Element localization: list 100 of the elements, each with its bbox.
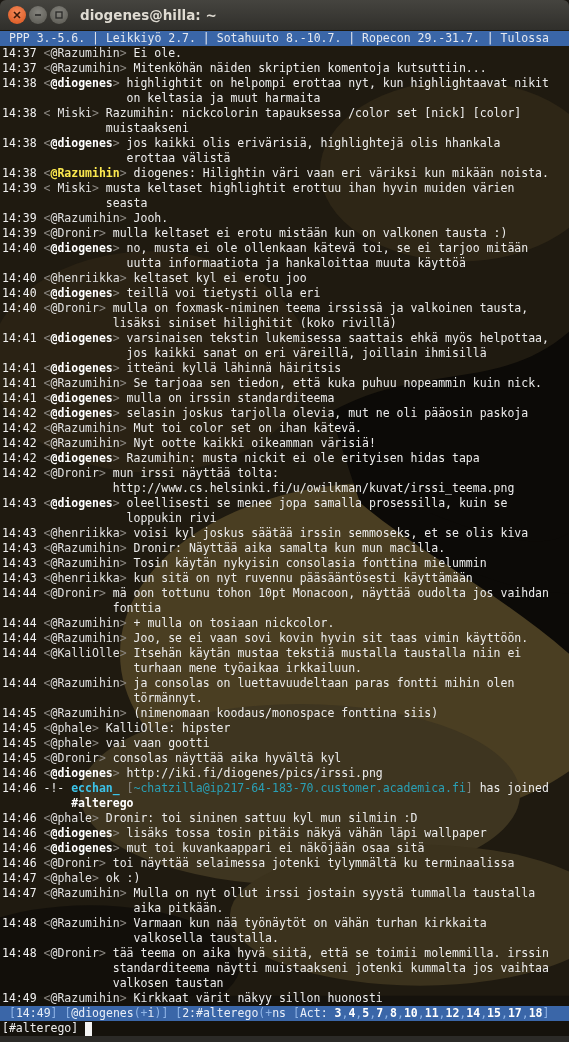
minimize-icon [34, 14, 42, 16]
nickname: @Dronir [50, 946, 99, 962]
nickname: @Razumihin [50, 376, 120, 391]
message-text: valkosen taustan [112, 976, 225, 991]
timestamp: 14:43 [2, 556, 37, 571]
nick-bracket: > [112, 841, 120, 856]
timestamp: 14:46 [2, 856, 37, 871]
activity-number: 15 [487, 1006, 501, 1021]
message-text: varsinaisen tekstin lukemisessa saattais ehkä myös helpottaa, [126, 331, 549, 346]
nick-bracket: < [43, 556, 51, 571]
nick-bracket: < [43, 991, 51, 1006]
nickname: @diogenes [50, 406, 113, 421]
message-text: jos kaikki sanat on eri väreillä, joillain ihmisillä [126, 346, 488, 361]
host-bracket: ] [465, 781, 473, 796]
nick-bracket: > [112, 826, 120, 841]
timestamp: 14:45 [2, 706, 37, 721]
nick-bracket: > [112, 406, 120, 421]
nickname: @Razumihin [50, 556, 120, 571]
message-text: (nimenomaan koodaus/monospace fonttina siis) [133, 706, 439, 721]
input-prompt: [#alterego] [2, 1021, 79, 1036]
nickname: @diogenes [50, 361, 113, 376]
status-text: @diogenes [71, 1006, 134, 1021]
nickname: @Dronir [50, 751, 99, 766]
timestamp: 14:38 [2, 166, 37, 181]
maximize-button[interactable] [50, 6, 68, 24]
nick-bracket: > [119, 271, 127, 286]
nick-bracket: < [43, 466, 51, 482]
event-text: has joined [479, 781, 549, 796]
status-punctuation: [ [9, 1006, 16, 1021]
nick-bracket: < [43, 721, 51, 736]
message-text: keltaset kyl ei erotu joo [133, 271, 307, 286]
nickname: @Razumihin [50, 436, 120, 451]
nick-bracket: > [119, 211, 127, 226]
activity-number: 18 [528, 1006, 543, 1021]
nick-bracket: < [43, 571, 51, 586]
minimize-button[interactable] [29, 6, 47, 24]
timestamp: 14:38 [2, 136, 37, 152]
message-text: valkosella taustalla. [133, 931, 280, 946]
message-text: http://iki.fi/diogenes/pics/irssi.png [126, 766, 383, 781]
nick-bracket: > [92, 181, 99, 197]
nickname: @diogenes [50, 496, 113, 512]
nick-bracket: < [43, 646, 51, 662]
nick-bracket: > [112, 496, 120, 512]
nickname: @diogenes [50, 286, 113, 301]
message-text: Mitenköhän näiden skriptien komentoja kutsuttiin... [133, 61, 487, 76]
timestamp: 14:47 [2, 871, 37, 886]
close-icon [13, 11, 21, 19]
activity-number: 8 [390, 1006, 397, 1021]
timestamp: 14:43 [2, 571, 37, 586]
event-marker: -!- [43, 781, 65, 797]
message-text: teillä voi tietysti olla eri [126, 286, 321, 301]
timestamp: 14:38 [2, 76, 37, 92]
nickname: @diogenes [50, 391, 113, 406]
nick-bracket: > [92, 871, 99, 886]
status-text: Act: [299, 1006, 329, 1021]
close-button[interactable] [8, 6, 26, 24]
nick-bracket: > [119, 916, 127, 932]
nick-bracket: > [119, 991, 127, 1006]
nickname: @Razumihin [50, 706, 120, 721]
nickname: Miski [56, 106, 92, 122]
nickname: @Razumihin [50, 676, 120, 692]
nick-bracket: < [43, 586, 51, 602]
activity-number: 5 [362, 1006, 370, 1021]
nickname: @Dronir [50, 226, 99, 241]
message-text: Se tarjoaa sen tiedon, että kuka puhuu nopeammin kuin nick. [133, 376, 543, 391]
message-text: mulla on irssin standarditeema [126, 391, 335, 406]
message-text: Joo, se ei vaan sovi kovin hyvin sit taas vimin käyttöön. [133, 631, 529, 646]
nick-bracket: < [43, 856, 51, 871]
hostmask: ~chatzilla@ip217-64-183-70.customer.academica.fi [133, 781, 466, 796]
status-punctuation: , [341, 1006, 349, 1021]
nick-bracket: > [119, 436, 127, 451]
message-text: Dronir: toi sininen sattuu kyl mun silmiin :D [105, 811, 418, 826]
nickname: @phale [50, 871, 92, 886]
message-text: loppukin rivi [126, 511, 218, 526]
host-bracket: [ [126, 781, 134, 796]
nick-bracket: < [43, 451, 51, 466]
status-punctuation: (+ [258, 1006, 273, 1021]
activity-number: 14 [466, 1006, 481, 1021]
status-punctuation: , [521, 1006, 529, 1021]
timestamp: 14:43 [2, 496, 37, 512]
window-title: diogenes@hilla: ~ [80, 7, 217, 23]
timestamp: 14:46 [2, 811, 37, 826]
timestamp: 14:46 [2, 841, 37, 856]
message-text: mun irssi näyttää tolta: [112, 466, 280, 481]
channel-topic: PPP 3.-5.6. | Leikkiyö 2.7. | Sotahuuto 8.-10.7. | Ropecon 29.-31.7. | Tulossa [0, 31, 569, 46]
message-text: mulla keltaset ei erotu mistään kun on valkonen tausta :) [112, 226, 508, 241]
nickname: @Dronir [50, 466, 99, 482]
nick-bracket: > [112, 241, 120, 257]
message-text: musta keltaset highlightit erottuu ihan hyvin muiden värien [105, 181, 515, 196]
nick-bracket: < [43, 421, 51, 436]
timestamp: 14:46 [2, 826, 37, 841]
nick-bracket: > [119, 676, 127, 692]
nick-bracket: < [43, 946, 51, 962]
nick-bracket: < [43, 916, 51, 932]
status-text: i [147, 1006, 155, 1021]
nick-bracket: > [98, 946, 106, 962]
nick-bracket: < [43, 826, 51, 841]
nickname: @diogenes [50, 76, 113, 92]
nickname: @henriikka [50, 526, 120, 541]
nick-bracket: < [43, 871, 51, 886]
